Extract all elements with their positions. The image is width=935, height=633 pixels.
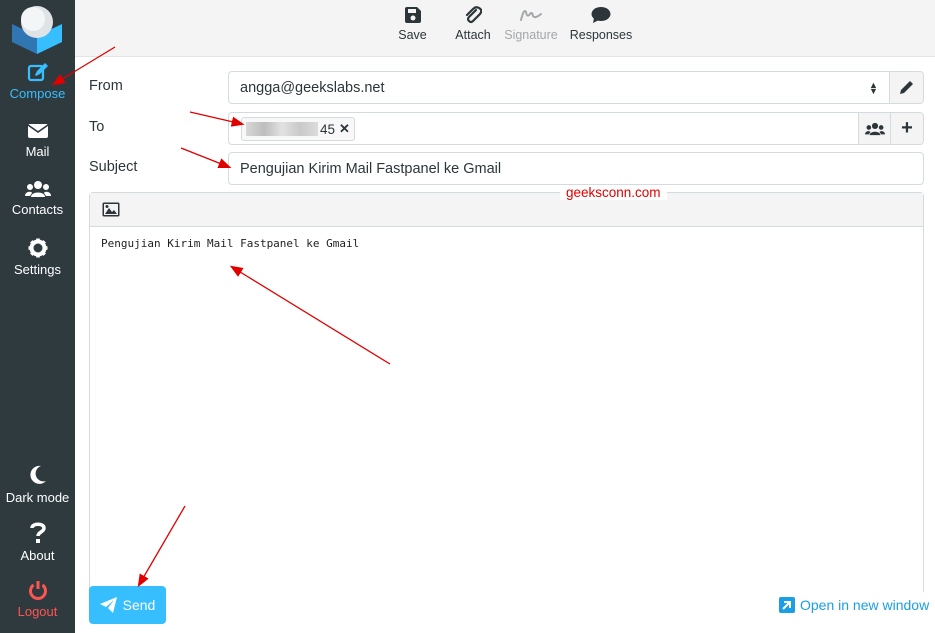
open-window-label: Open in new window xyxy=(800,597,930,613)
paperclip-icon xyxy=(465,6,482,24)
compose-toolbar: Save Attach Signature Responses xyxy=(75,0,935,57)
responses-button[interactable]: Responses xyxy=(568,6,634,42)
floppy-icon xyxy=(404,7,421,23)
pencil-icon xyxy=(900,81,913,94)
roundcube-logo[interactable] xyxy=(9,2,65,56)
sidebar-item-label: About xyxy=(20,548,55,563)
editor-toolbar xyxy=(90,193,923,227)
sidebar-item-logout[interactable]: Logout xyxy=(0,580,75,633)
responses-label: Responses xyxy=(569,28,633,42)
annotation-arrow-subject xyxy=(180,147,232,169)
sidebar-item-label: Mail xyxy=(25,144,50,159)
sidebar-item-label: Logout xyxy=(17,604,58,619)
watermark-text: geeksconn.com xyxy=(560,185,667,200)
sidebar-item-label: Settings xyxy=(14,262,61,277)
sidebar-item-contacts[interactable]: Contacts xyxy=(0,180,75,236)
recipient-redacted xyxy=(246,122,318,136)
insert-image-icon[interactable] xyxy=(102,202,120,222)
remove-recipient-icon[interactable]: ✕ xyxy=(339,121,350,137)
recipient-text: 45 xyxy=(320,121,336,137)
external-link-icon xyxy=(779,597,795,613)
comment-icon xyxy=(591,7,611,23)
message-body[interactable]: Pengujian Kirim Mail Fastpanel ke Gmail xyxy=(101,237,359,250)
power-icon xyxy=(28,581,47,600)
envelope-icon xyxy=(27,124,48,138)
select-caret-icon: ▲ ▼ xyxy=(869,80,878,96)
save-label: Save xyxy=(398,28,427,42)
moon-icon xyxy=(29,465,46,484)
from-select[interactable]: angga@geekslabs.net ▲ ▼ xyxy=(228,71,924,104)
sidebar-item-label: Compose xyxy=(9,86,66,101)
save-button[interactable]: Save xyxy=(395,6,430,42)
to-label: To xyxy=(89,119,105,135)
send-label: Send xyxy=(122,597,156,613)
from-value: angga@geekslabs.net xyxy=(240,80,385,96)
subject-value: Pengujian Kirim Mail Fastpanel ke Gmail xyxy=(240,161,502,177)
subject-input[interactable]: Pengujian Kirim Mail Fastpanel ke Gmail xyxy=(228,152,924,185)
edit-identity-button[interactable] xyxy=(889,72,923,103)
recipient-chip[interactable]: 45 ✕ xyxy=(241,117,355,141)
attach-button[interactable]: Attach xyxy=(453,6,493,42)
sidebar-item-label: Contacts xyxy=(11,202,64,217)
signature-icon xyxy=(520,10,542,21)
users-icon xyxy=(865,122,885,135)
signature-button[interactable]: Signature xyxy=(503,6,559,42)
subject-label: Subject xyxy=(89,159,138,175)
add-contact-button[interactable] xyxy=(858,113,891,144)
message-editor[interactable]: Pengujian Kirim Mail Fastpanel ke Gmail xyxy=(89,192,924,592)
compose-icon xyxy=(27,63,48,82)
question-icon xyxy=(29,522,46,543)
sidebar: Compose Mail Contacts Settings Dark mode… xyxy=(0,0,75,633)
gear-icon xyxy=(28,238,47,258)
attach-label: Attach xyxy=(455,28,491,42)
sidebar-item-dark-mode[interactable]: Dark mode xyxy=(0,464,75,520)
from-label: From xyxy=(89,78,123,94)
sidebar-item-mail[interactable]: Mail xyxy=(0,122,75,178)
open-in-new-window-link[interactable]: Open in new window xyxy=(779,597,929,613)
sidebar-item-label: Dark mode xyxy=(5,490,70,505)
add-header-button[interactable]: + xyxy=(890,113,923,144)
sidebar-item-settings[interactable]: Settings xyxy=(0,238,75,294)
send-button[interactable]: Send xyxy=(89,586,166,624)
plus-icon: + xyxy=(901,117,913,139)
sidebar-item-compose[interactable]: Compose xyxy=(0,62,75,118)
signature-label: Signature xyxy=(504,28,558,42)
paper-plane-icon xyxy=(99,597,117,613)
to-field[interactable]: 45 ✕ + xyxy=(228,112,924,145)
sidebar-item-about[interactable]: About xyxy=(0,522,75,578)
users-icon xyxy=(24,181,51,197)
